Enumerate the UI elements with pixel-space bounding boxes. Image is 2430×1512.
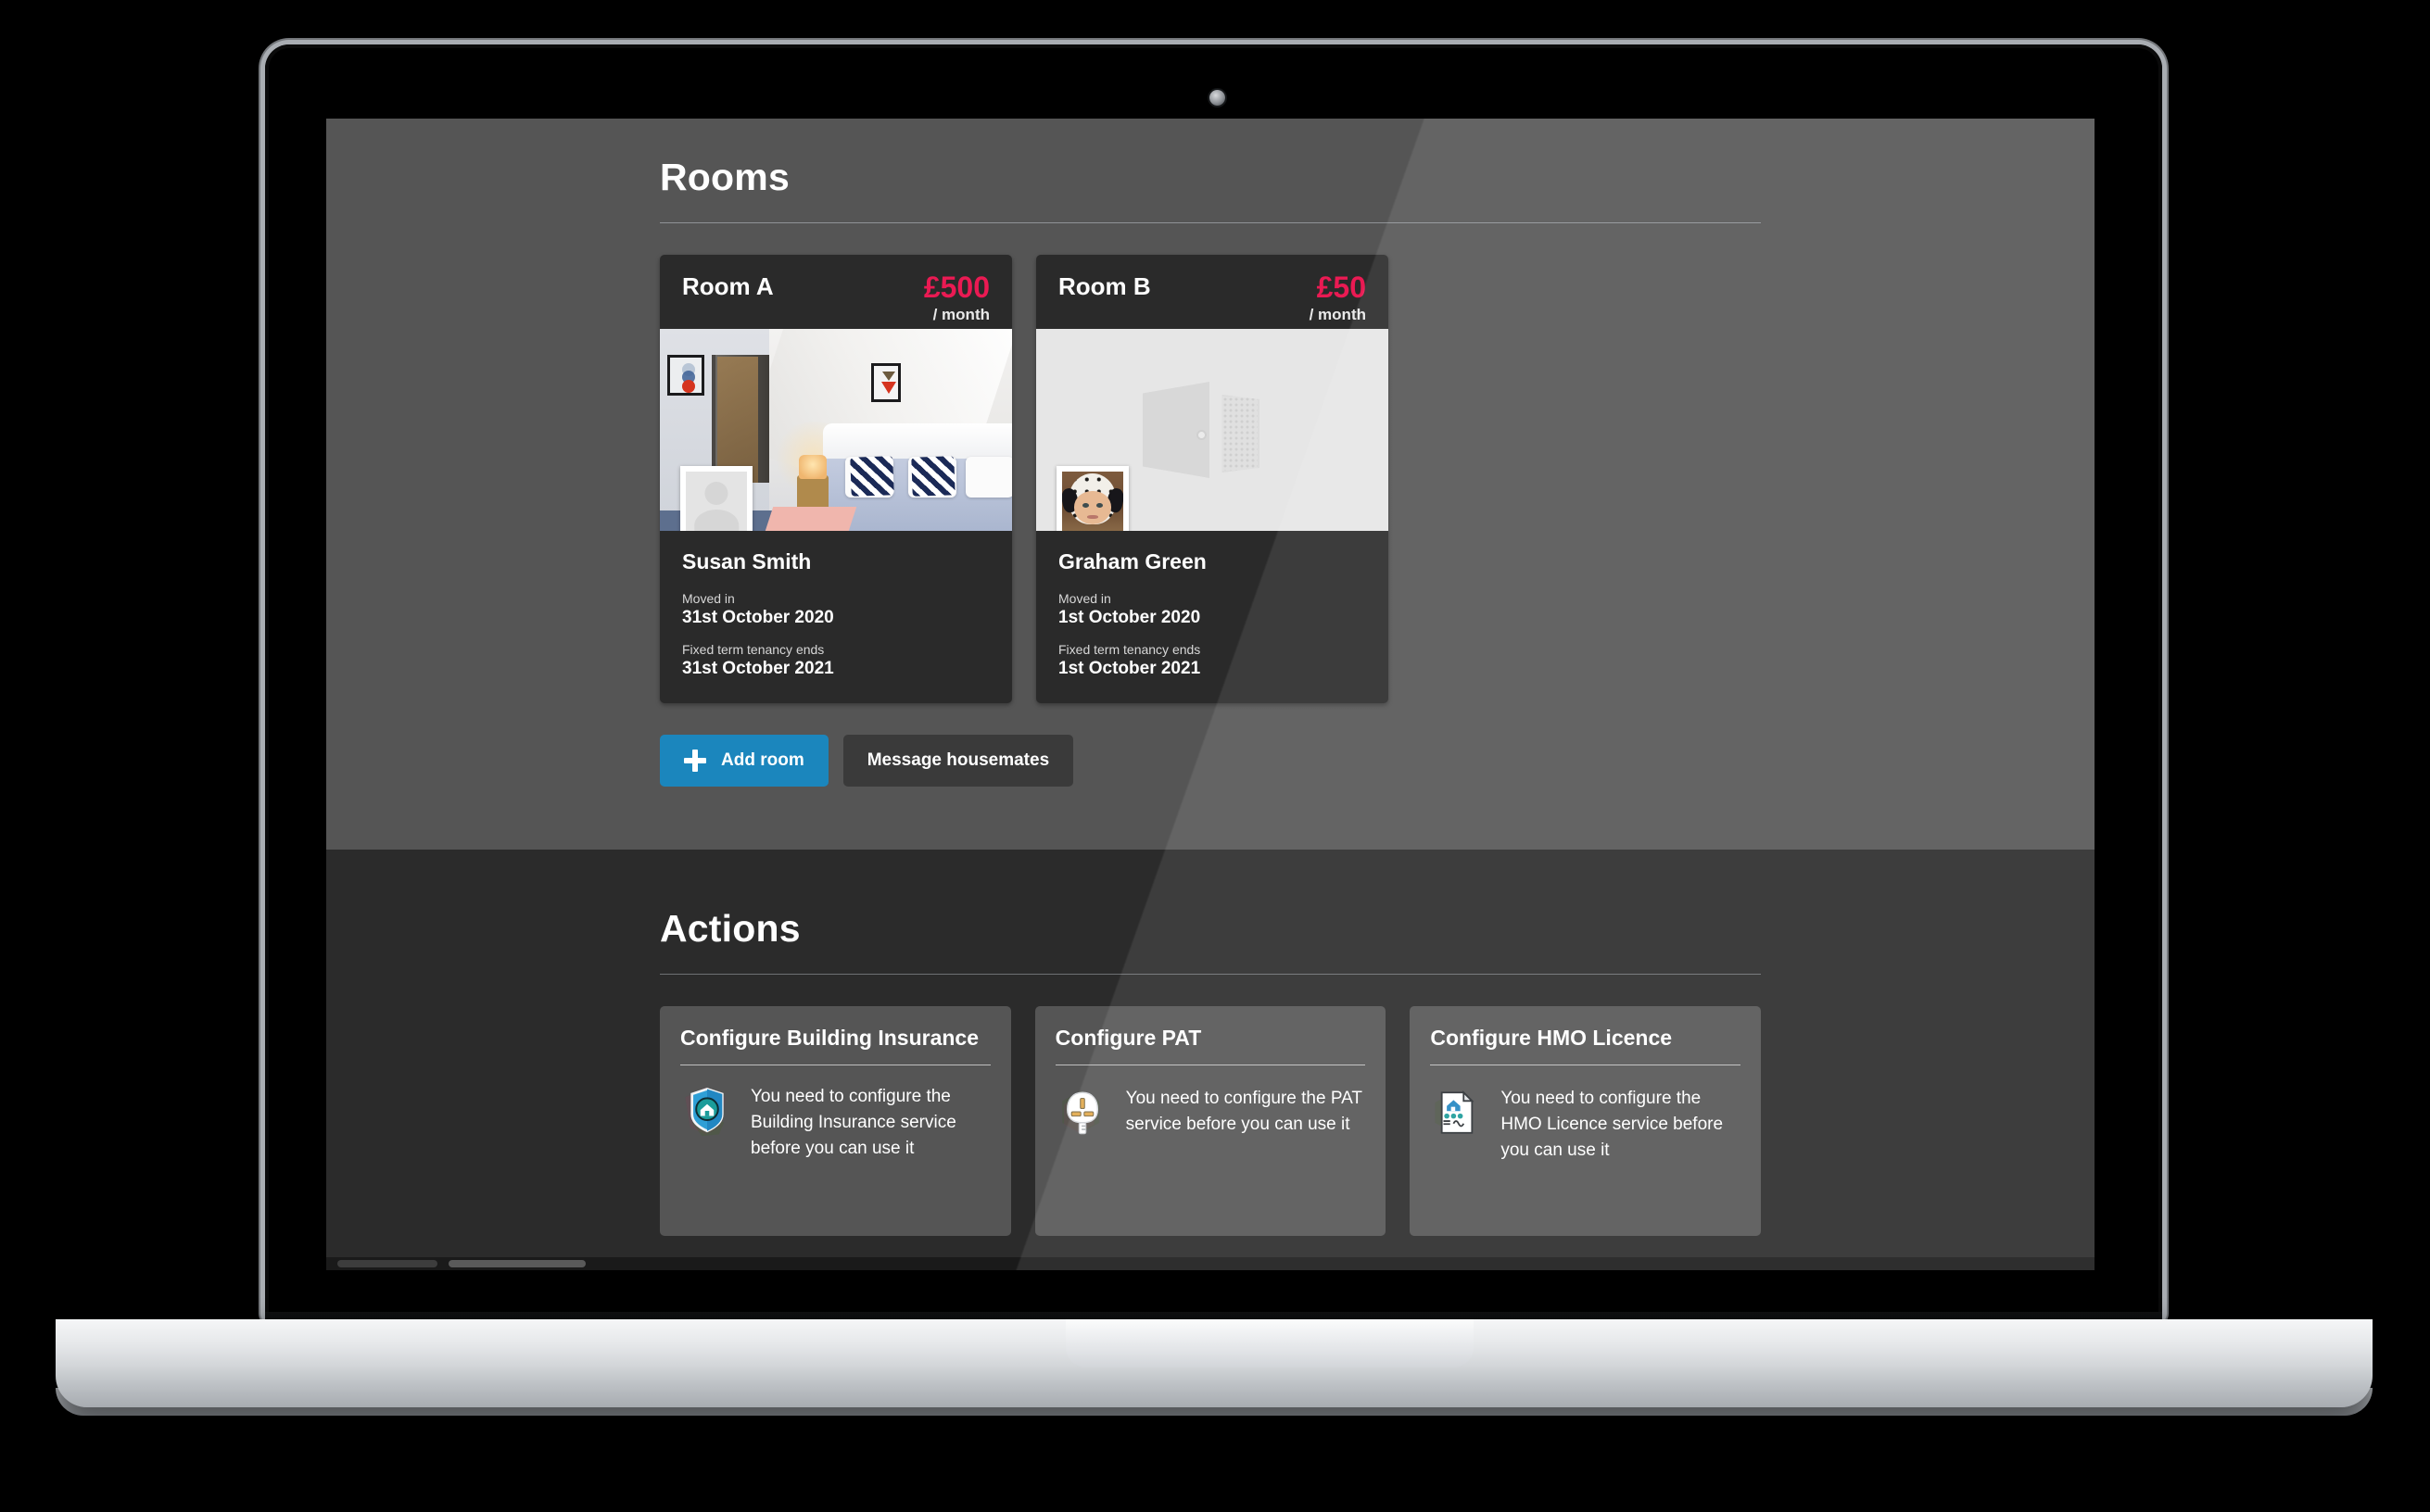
- scrollbar-thumb[interactable]: [337, 1260, 437, 1267]
- action-description: You need to configure the PAT service be…: [1125, 1088, 1362, 1134]
- tenant-name: Graham Green: [1058, 549, 1207, 573]
- licence-document-icon: [1430, 1086, 1484, 1144]
- avatar-placeholder-icon: [686, 472, 747, 531]
- moved-in-label: Moved in: [682, 591, 735, 606]
- rooms-action-buttons: Add room Message housemates: [660, 735, 1761, 787]
- action-card-body: You need to configure the PAT service be…: [1035, 1065, 1386, 1168]
- room-card[interactable]: Room B £50 / month Graham Green Moved in…: [1036, 255, 1388, 703]
- room-photo[interactable]: [660, 329, 1012, 531]
- actions-grid: Configure Building Insurance You need to…: [660, 1006, 1762, 1236]
- laptop-base: [56, 1319, 2373, 1407]
- room-card-body: Graham Green Moved in 1st October 2020 F…: [1036, 531, 1388, 703]
- room-photo[interactable]: [1036, 329, 1388, 531]
- action-card[interactable]: Configure HMO Licence You need to config…: [1410, 1006, 1762, 1236]
- room-name: Room A: [682, 272, 774, 300]
- tenant-avatar[interactable]: [1057, 466, 1129, 531]
- webcam-icon: [1209, 90, 1225, 106]
- add-room-label: Add room: [721, 750, 804, 770]
- action-title: Configure PAT: [1055, 1026, 1202, 1050]
- action-card-header: Configure Building Insurance: [660, 1006, 1011, 1052]
- action-title: Configure Building Insurance: [680, 1026, 980, 1050]
- rooms-section-title: Rooms: [660, 156, 790, 198]
- action-description: You need to configure the HMO Licence se…: [1500, 1088, 1724, 1160]
- moved-in-value: 1st October 2020: [1058, 608, 1201, 627]
- room-price-period: / month: [932, 306, 990, 323]
- laptop-mockup: Rooms Room A £500 / month Susan Smith Mo…: [0, 0, 2430, 1512]
- message-housemates-button[interactable]: Message housemates: [842, 735, 1074, 787]
- tenant-name: Susan Smith: [682, 549, 812, 573]
- actions-section-title: Actions: [660, 907, 801, 950]
- room-price-block: £500 / month: [924, 272, 990, 322]
- tenancy-end-label: Fixed term tenancy ends: [1058, 642, 1201, 657]
- action-card-header: Configure PAT: [1035, 1006, 1386, 1052]
- room-name: Room B: [1058, 272, 1151, 300]
- room-card-body: Susan Smith Moved in 31st October 2020 F…: [660, 531, 1012, 703]
- add-room-button[interactable]: Add room: [660, 735, 829, 787]
- tenancy-end-value: 1st October 2021: [1058, 659, 1201, 678]
- plus-icon: [684, 750, 706, 772]
- message-housemates-label: Message housemates: [867, 750, 1050, 770]
- action-card[interactable]: Configure PAT You need to configure the …: [1034, 1006, 1386, 1236]
- web-page: Rooms Room A £500 / month Susan Smith Mo…: [326, 119, 2095, 1270]
- tenancy-end-label: Fixed term tenancy ends: [682, 642, 825, 657]
- action-description: You need to configure the Building Insur…: [751, 1086, 956, 1158]
- scrollbar-thumb-secondary[interactable]: [449, 1260, 586, 1267]
- shield-house-icon: [680, 1084, 734, 1142]
- action-card-header: Configure HMO Licence: [1410, 1006, 1761, 1052]
- moved-in-label: Moved in: [1058, 591, 1111, 606]
- open-door-icon: [1143, 376, 1282, 484]
- uk-plug-icon: [1056, 1086, 1109, 1144]
- room-card-header: Room B £50 / month: [1036, 255, 1388, 329]
- screen-viewport: Rooms Room A £500 / month Susan Smith Mo…: [326, 119, 2095, 1270]
- tenancy-end-value: 31st October 2021: [682, 659, 834, 678]
- action-card-body: You need to configure the Building Insur…: [660, 1065, 1011, 1186]
- actions-section: Actions Configure Building Insurance You…: [326, 850, 2095, 1270]
- action-title: Configure HMO Licence: [1430, 1026, 1673, 1050]
- horizontal-scrollbar[interactable]: [326, 1257, 2095, 1270]
- moved-in-value: 31st October 2020: [682, 608, 834, 627]
- room-card[interactable]: Room A £500 / month Susan Smith Moved in…: [660, 255, 1012, 703]
- tenant-avatar[interactable]: [680, 466, 753, 531]
- section-divider: [660, 974, 1761, 975]
- section-divider: [660, 222, 1761, 223]
- room-price: £50: [1316, 271, 1366, 304]
- avatar-photo-image: [1062, 472, 1123, 531]
- action-card[interactable]: Configure Building Insurance You need to…: [660, 1006, 1011, 1236]
- action-card-body: You need to configure the HMO Licence se…: [1410, 1065, 1761, 1188]
- room-card-header: Room A £500 / month: [660, 255, 1012, 329]
- rooms-grid: Room A £500 / month Susan Smith Moved in…: [660, 255, 1761, 703]
- room-price-period: / month: [1309, 306, 1366, 323]
- room-price-block: £50 / month: [1310, 272, 1366, 322]
- laptop-base-notch: [1066, 1319, 1474, 1367]
- room-price: £500: [923, 271, 990, 304]
- rooms-section: Rooms Room A £500 / month Susan Smith Mo…: [326, 119, 2095, 850]
